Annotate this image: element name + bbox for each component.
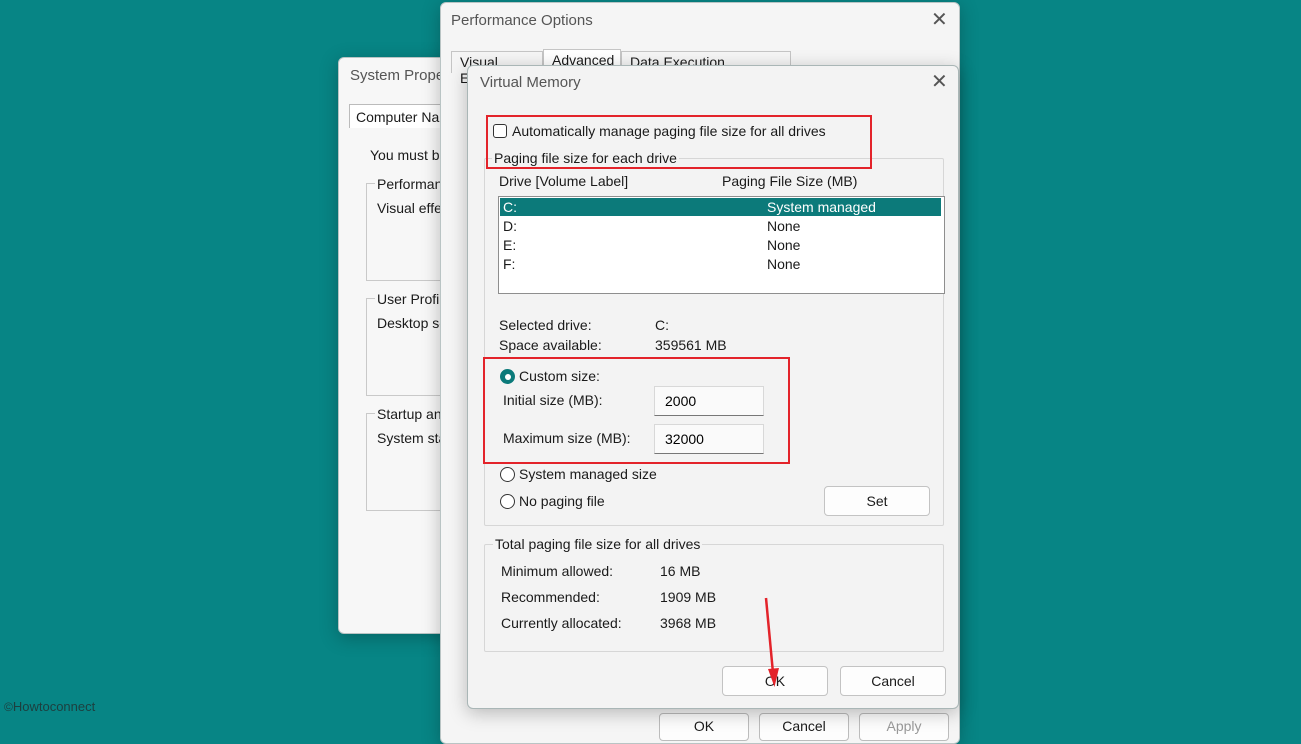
drive-paging-size: None [767,218,801,234]
drive-letter: D: [503,218,517,234]
currently-allocated-value: 3968 MB [660,615,717,631]
currently-allocated-label: Currently allocated: [501,615,622,631]
drive-paging-size: None [767,237,801,253]
recommended-value: 1909 MB [660,589,717,605]
drive-paging-size: None [767,256,801,272]
selected-drive-value: C: [655,317,669,333]
drive-row-e[interactable]: E: None [500,236,941,254]
drive-row-c[interactable]: C: System managed [500,198,941,216]
virtual-memory-close-icon[interactable]: ✕ [931,72,948,92]
watermark: ©Howtoconnect [4,699,95,714]
column-size-header: Paging File Size (MB) [722,173,858,189]
annotation-arrow-icon [764,597,779,687]
annotation-box-auto-manage [486,115,872,169]
minimum-allowed-value: 16 MB [660,563,701,579]
column-drive-header: Drive [Volume Label] [499,173,629,189]
system-managed-label[interactable]: System managed size [519,466,657,482]
annotation-box-custom-size [483,357,790,464]
recommended-label: Recommended: [501,589,600,605]
space-available-value: 359561 MB [655,337,727,353]
space-available-label: Space available: [499,337,602,353]
performance-cancel-button[interactable]: Cancel [759,713,849,741]
performance-options-title: Performance Options [451,12,593,29]
user-profiles-group-text: Desktop se [377,315,448,331]
drive-letter: C: [503,199,517,215]
no-paging-label[interactable]: No paging file [519,493,605,509]
system-properties-title: System Prope [350,67,445,84]
no-paging-radio[interactable] [500,494,515,509]
startup-recovery-group-text: System sta [377,430,447,446]
drive-list[interactable]: C: System managed D: None E: None F: Non… [498,196,945,294]
drive-row-d[interactable]: D: None [500,217,941,235]
performance-options-close-icon[interactable]: ✕ [931,10,948,30]
watermark-text: Howtoconnect [12,699,96,714]
total-group-label: Total paging file size for all drives [493,536,703,552]
drive-row-f[interactable]: F: None [500,255,941,273]
drive-paging-size: System managed [767,199,876,215]
cancel-button[interactable]: Cancel [840,666,946,696]
performance-ok-button[interactable]: OK [659,713,749,741]
selected-drive-label: Selected drive: [499,317,592,333]
drive-letter: F: [503,256,516,272]
system-managed-radio[interactable] [500,467,515,482]
set-button[interactable]: Set [824,486,930,516]
copyright-icon: © [4,700,13,714]
minimum-allowed-label: Minimum allowed: [501,563,614,579]
drive-letter: E: [503,237,517,253]
performance-apply-button[interactable]: Apply [859,713,949,741]
sysprops-note: You must be [370,147,448,163]
performance-group-text: Visual effec [377,200,449,216]
virtual-memory-title: Virtual Memory [480,74,581,91]
